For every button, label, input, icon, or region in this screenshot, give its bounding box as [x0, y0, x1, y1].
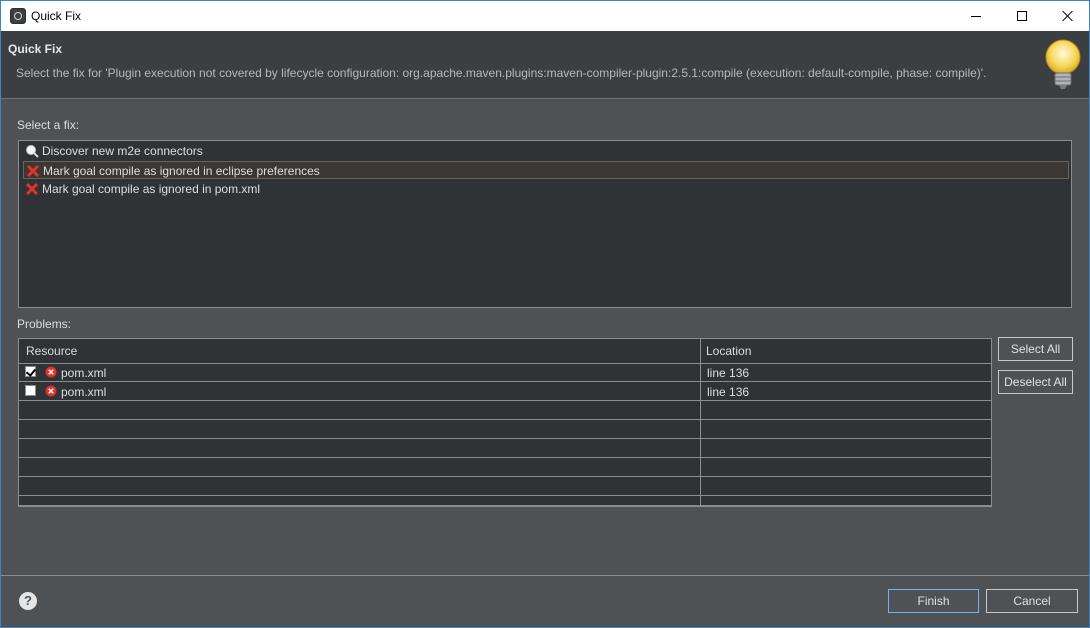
table-row-empty: [19, 401, 991, 420]
fix-item-label: Discover new m2e connectors: [42, 144, 203, 158]
search-icon: [26, 145, 39, 158]
table-row-empty: [19, 458, 991, 477]
problems-table[interactable]: Resource Location pom.xml line 136 pom.x…: [18, 338, 992, 507]
header-title: Quick Fix: [8, 42, 63, 56]
dialog-header: Quick Fix Select the fix for 'Plugin exe…: [1, 31, 1089, 99]
select-all-button[interactable]: Select All: [998, 337, 1073, 361]
column-header-location[interactable]: Location: [706, 344, 751, 358]
fix-list[interactable]: Discover new m2e connectors Mark goal co…: [18, 140, 1072, 308]
column-header-resource[interactable]: Resource: [26, 344, 77, 358]
minimize-button[interactable]: [953, 1, 999, 31]
table-row-empty: [19, 477, 991, 496]
header-description: Select the fix for 'Plugin execution not…: [16, 66, 987, 80]
close-button[interactable]: [1045, 1, 1090, 31]
lightbulb-icon: [1045, 39, 1081, 89]
problems-label: Problems:: [17, 317, 72, 331]
table-row[interactable]: pom.xml line 136: [19, 382, 991, 401]
table-row-empty: [19, 496, 991, 506]
fix-item-ignore-pom[interactable]: Mark goal compile as ignored in pom.xml: [23, 180, 1069, 198]
footer-separator: [1, 575, 1089, 576]
table-row-empty: [19, 420, 991, 439]
finish-button[interactable]: Finish: [888, 589, 979, 613]
red-x-icon: [25, 182, 39, 196]
cancel-button[interactable]: Cancel: [986, 589, 1078, 613]
row-location: line 136: [707, 385, 750, 399]
eclipse-app-icon: [10, 8, 26, 24]
title-bar: Quick Fix: [1, 1, 1089, 31]
fix-item-discover-connectors[interactable]: Discover new m2e connectors: [23, 142, 1069, 160]
table-row[interactable]: pom.xml line 136: [19, 363, 991, 382]
select-fix-label: Select a fix:: [17, 118, 80, 132]
fix-item-label: Mark goal compile as ignored in pom.xml: [42, 182, 261, 196]
row-resource: pom.xml: [61, 385, 107, 399]
error-icon: [45, 385, 57, 397]
table-header: Resource Location: [19, 339, 991, 364]
fix-item-label: Mark goal compile as ignored in eclipse …: [43, 164, 320, 178]
fix-item-ignore-eclipse-preferences[interactable]: Mark goal compile as ignored in eclipse …: [23, 161, 1069, 179]
table-row-empty: [19, 439, 991, 458]
quick-fix-dialog: Quick Fix Quick Fix Select the fix for '…: [0, 0, 1090, 628]
row-checkbox[interactable]: [25, 385, 36, 396]
maximize-button[interactable]: [999, 1, 1045, 31]
row-resource: pom.xml: [61, 366, 107, 380]
row-location: line 136: [707, 366, 750, 380]
red-x-icon: [26, 164, 40, 178]
row-checkbox[interactable]: [25, 366, 36, 377]
deselect-all-button[interactable]: Deselect All: [998, 370, 1073, 394]
window-title: Quick Fix: [31, 9, 82, 23]
error-icon: [45, 366, 57, 378]
help-icon[interactable]: ?: [19, 592, 37, 610]
